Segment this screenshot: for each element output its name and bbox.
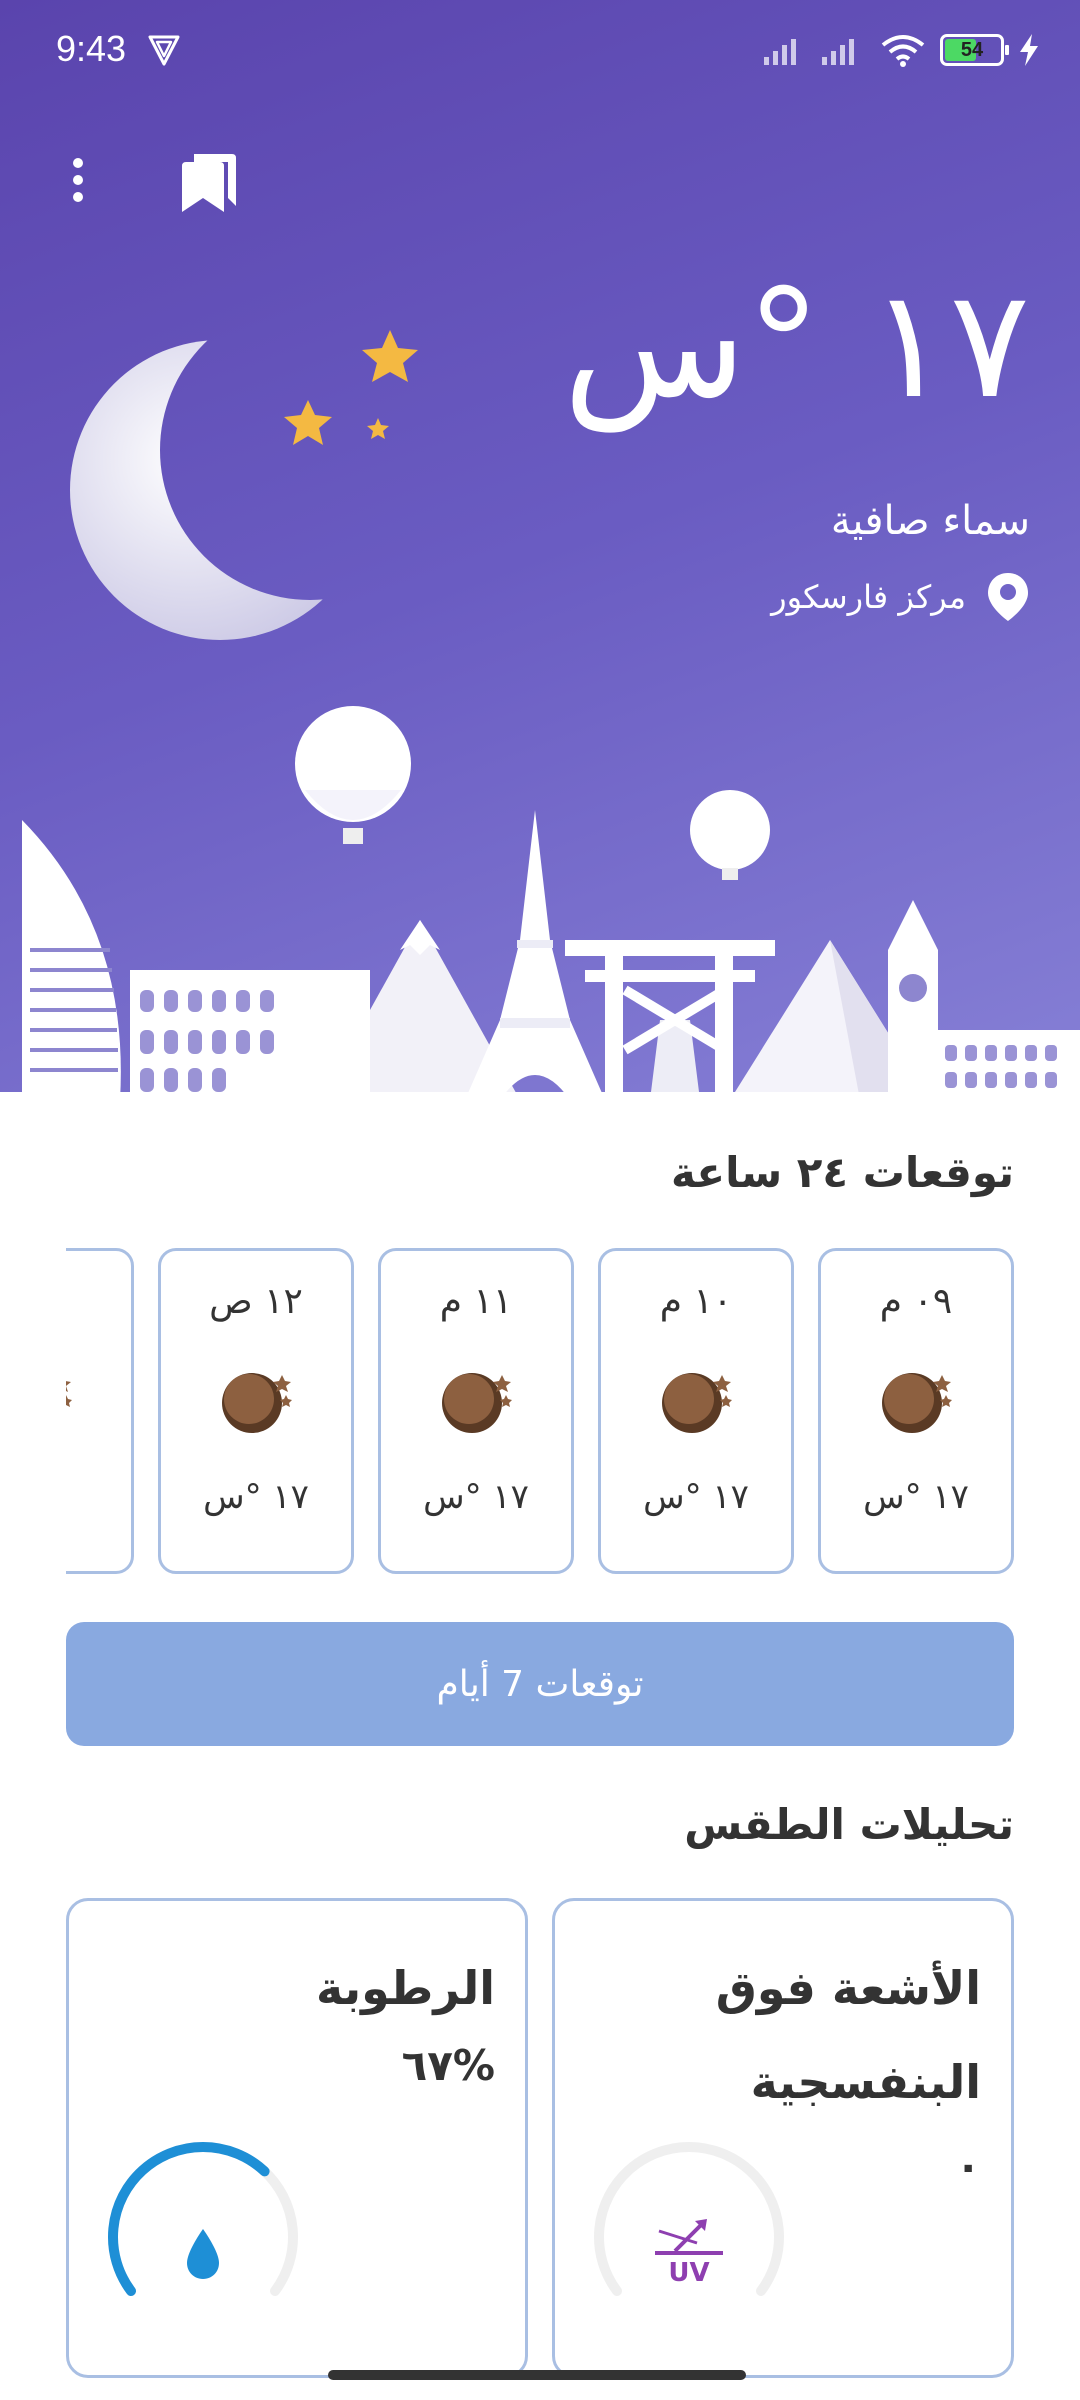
location-pin-icon [988, 573, 1028, 621]
wifi-icon [881, 35, 925, 67]
landmarks-illustration [0, 706, 1080, 1100]
clear-night-icon [222, 1373, 292, 1433]
moon-stars-illustration [70, 330, 418, 640]
uv-gauge: UV [594, 2142, 784, 2296]
vpn-shield-icon [148, 35, 180, 66]
status-icons: 54 [764, 30, 1040, 70]
more-vertical-icon[interactable] [60, 150, 96, 210]
bookmarks-icon[interactable] [178, 150, 240, 214]
uv-value: ٠ [955, 2141, 981, 2190]
charging-icon [1020, 34, 1038, 66]
humidity-card[interactable]: الرطوبة %٦٧ [66, 1898, 528, 2378]
status-bar: 9:43 54 [0, 0, 1080, 100]
water-drop-icon [187, 2229, 219, 2279]
svg-text:UV: UV [668, 2258, 709, 2288]
clear-night-icon [882, 1373, 952, 1433]
uv-index-card[interactable]: الأشعة فوق البنفسجية ٠ UV [552, 1898, 1014, 2378]
signal-icon [822, 39, 854, 65]
clear-night-icon [442, 1373, 512, 1433]
humidity-gauge [108, 2142, 298, 2296]
clear-night-icon [66, 1381, 72, 1407]
hourly-card[interactable]: ١ ١٧ [66, 1248, 134, 1574]
hour-time: ١١ م [439, 1281, 513, 1322]
battery-level: 54 [960, 38, 984, 61]
hour-time: ١٢ ص [209, 1281, 303, 1322]
hour-time: ١٠ م [659, 1281, 733, 1322]
location-name: مركز فارسكور [771, 578, 966, 616]
current-temperature: ١٧ °س [563, 258, 1030, 432]
humidity-title: الرطوبة [316, 1961, 495, 2015]
hourly-forecast-list[interactable]: ٠٩ م ١٧ °س ١٠ م ١٧ °س ١١ م ١٧ °س ١٢ ص ١٧… [66, 1248, 1014, 1576]
hourly-card[interactable]: ٠٩ م ١٧ °س [818, 1248, 1014, 1574]
seven-day-forecast-button[interactable]: توقعات 7 أيام [66, 1622, 1014, 1746]
location[interactable]: مركز فارسكور [771, 572, 1030, 622]
uv-title: الأشعة فوق البنفسجية [715, 1961, 981, 2109]
humidity-value: %٦٧ [401, 2041, 495, 2090]
hourly-card[interactable]: ١٠ م ١٧ °س [598, 1248, 794, 1574]
home-indicator[interactable] [328, 2370, 746, 2380]
hour-temperature: ١٧ °س [863, 1477, 969, 1517]
hourly-forecast-title: توقعات ٢٤ ساعة [670, 1148, 1014, 1197]
weather-analytics-title: تحليلات الطقس [684, 1800, 1014, 1849]
hour-temperature: ١٧ °س [423, 1477, 529, 1517]
current-condition: سماء صافية [830, 498, 1030, 544]
hourly-card[interactable]: ١١ م ١٧ °س [378, 1248, 574, 1574]
clear-night-icon [662, 1373, 732, 1433]
signal-icon [764, 39, 796, 65]
uv-icon: UV [655, 2219, 723, 2288]
hour-temperature: ١٧ °س [643, 1477, 749, 1517]
hourly-card[interactable]: ١٢ ص ١٧ °س [158, 1248, 354, 1574]
battery-icon: 54 [940, 34, 1009, 66]
hour-temperature: ١٧ °س [203, 1477, 309, 1517]
status-time: 9:43 [56, 28, 127, 69]
weather-hero: 9:43 54 ١٧ °س سماء صافية مركز فارسكور [0, 0, 1080, 1100]
hour-time: ٠٩ م [879, 1281, 953, 1322]
